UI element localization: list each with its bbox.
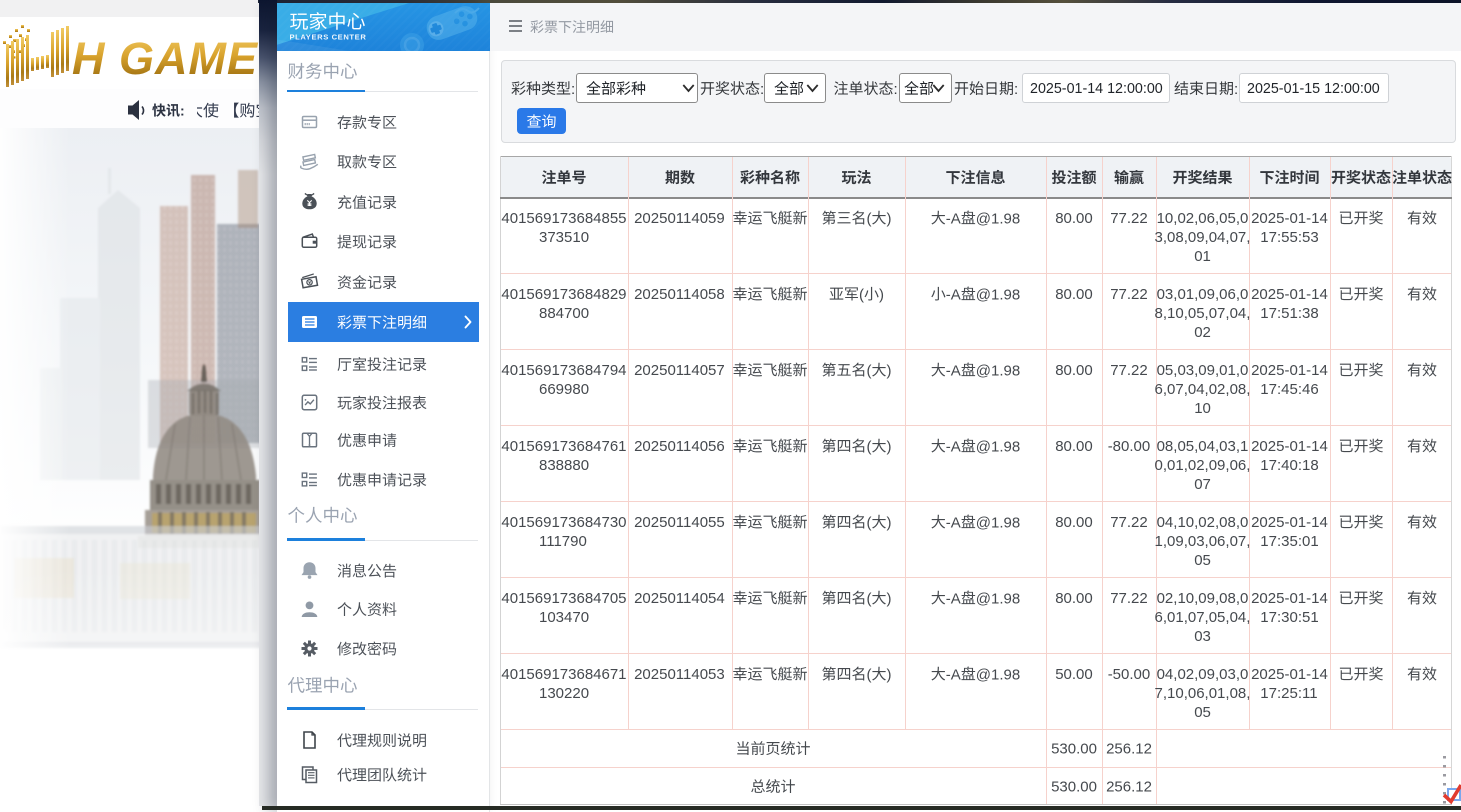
svg-text:H GAME: H GAME: [72, 33, 259, 84]
